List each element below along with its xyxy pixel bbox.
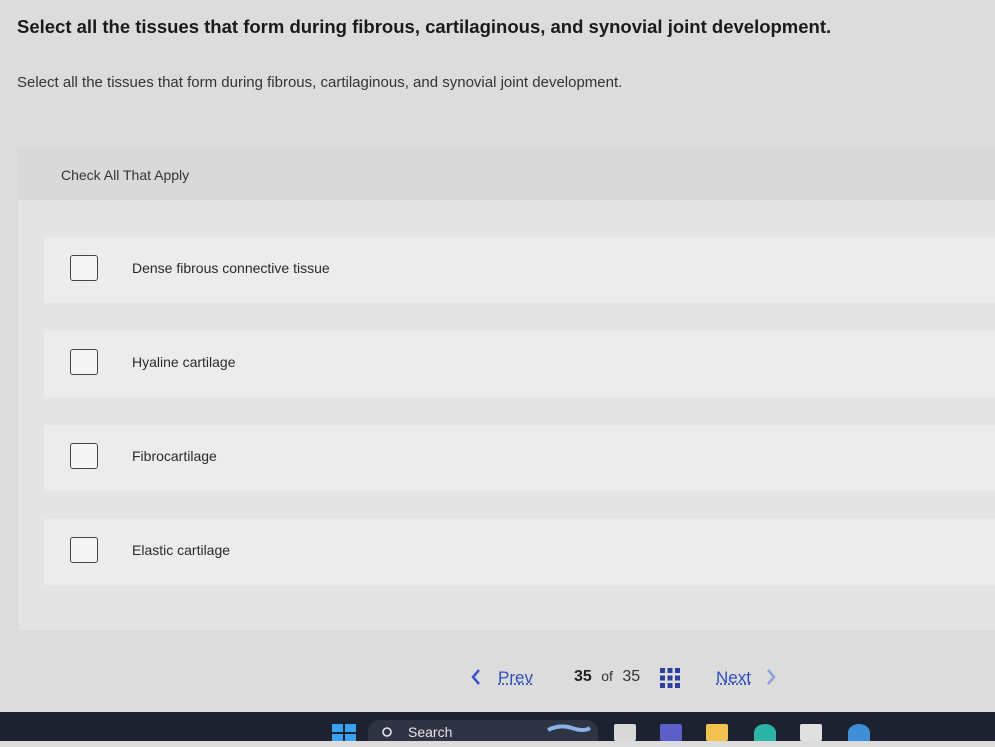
option-elastic-cartilage[interactable]: Elastic cartilage	[44, 519, 995, 585]
chevron-right-icon[interactable]	[765, 668, 777, 691]
checkbox[interactable]	[70, 537, 98, 563]
checkbox[interactable]	[70, 349, 98, 375]
checkbox[interactable]	[70, 255, 98, 281]
page-indicator: 35 of 35	[574, 668, 640, 686]
question-title: Select all the tissues that form during …	[17, 16, 832, 37]
option-fibrocartilage[interactable]: Fibrocartilage	[44, 425, 995, 491]
folder-icon[interactable]	[706, 724, 728, 741]
of-label: of	[601, 668, 613, 684]
edge-icon[interactable]	[754, 724, 776, 741]
search-highlight-icon	[546, 724, 594, 742]
answer-panel: Check All That Apply Dense fibrous conne…	[18, 148, 995, 630]
teams-icon[interactable]	[660, 724, 682, 741]
question-navigation: Prev 35 of 35 Next	[0, 660, 995, 696]
option-label: Fibrocartilage	[132, 448, 217, 464]
taskbar-search[interactable]: Search	[368, 720, 598, 741]
question-prompt: Select all the tissues that form during …	[17, 74, 623, 91]
panel-header: Check All That Apply	[18, 148, 995, 200]
current-page: 35	[574, 668, 592, 685]
next-button[interactable]: Next	[716, 668, 751, 688]
chrome-icon[interactable]	[848, 724, 870, 741]
total-pages: 35	[622, 668, 641, 685]
option-label: Elastic cartilage	[132, 542, 231, 558]
checkbox[interactable]	[70, 443, 98, 469]
taskbar: Search	[0, 712, 995, 741]
option-label: Hyaline cartilage	[132, 354, 236, 370]
search-icon	[382, 726, 394, 738]
option-hyaline-cartilage[interactable]: Hyaline cartilage	[44, 331, 995, 397]
check-all-instruction: Check All That Apply	[61, 167, 190, 183]
option-label: Dense fibrous connective tissue	[132, 260, 330, 276]
store-icon[interactable]	[800, 724, 822, 741]
grid-icon[interactable]	[660, 668, 680, 688]
windows-start-icon[interactable]	[332, 724, 356, 741]
chevron-left-icon[interactable]	[470, 668, 484, 686]
search-label: Search	[408, 724, 453, 740]
file-explorer-icon[interactable]	[614, 724, 636, 741]
option-dense-fibrous[interactable]: Dense fibrous connective tissue	[44, 237, 995, 303]
prev-button[interactable]: Prev	[498, 668, 533, 688]
